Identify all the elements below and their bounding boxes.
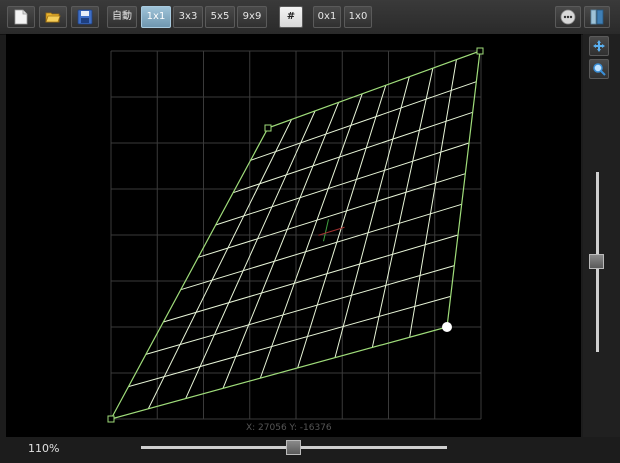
grid-5x5-button[interactable]: 5x5 (205, 6, 235, 28)
zoom-level: 110% (28, 442, 60, 455)
mesh-line (409, 59, 457, 338)
handle-top-right[interactable] (476, 47, 484, 55)
subdiv-1x0-button[interactable]: 1x0 (344, 6, 372, 28)
status-bar (0, 437, 620, 463)
floppy-save-icon (77, 9, 93, 25)
panel-toggle-icon (590, 9, 604, 25)
mesh-line (147, 119, 293, 409)
grid-1x1-button[interactable]: 1x1 (141, 6, 171, 28)
mesh-line (163, 234, 459, 323)
subdiv-0x1-button[interactable]: 0x1 (313, 6, 341, 28)
mesh-canvas[interactable] (6, 34, 581, 437)
mesh-line (145, 265, 455, 355)
magnifier-icon (593, 63, 606, 76)
save-button[interactable] (71, 6, 99, 28)
toolbar: 自動 1x1 3x3 5x5 9x9 # 0x1 1x0 (0, 0, 620, 35)
zoom-tool-button[interactable] (589, 59, 609, 79)
mesh-warp-view[interactable] (6, 34, 581, 437)
grid-9x9-button[interactable]: 9x9 (237, 6, 267, 28)
mesh-line (297, 85, 387, 369)
more-button[interactable] (555, 6, 581, 28)
vertical-slider-thumb[interactable] (589, 254, 604, 269)
folder-open-icon (45, 12, 61, 23)
move-arrows-icon (593, 40, 605, 52)
move-button[interactable] (589, 36, 609, 56)
open-button[interactable] (39, 6, 67, 28)
mesh-line (371, 68, 434, 348)
more-options-icon (560, 9, 576, 25)
panel-toggle-button[interactable] (584, 6, 610, 28)
side-panel (583, 34, 620, 437)
zoom-slider-thumb[interactable] (286, 440, 301, 455)
mesh-line (334, 76, 410, 358)
auto-button[interactable]: 自動 (107, 6, 137, 28)
document-new-icon (14, 9, 28, 25)
mesh-line (222, 102, 340, 389)
cursor-coordinates: X: 27056 Y: -16376 (246, 423, 332, 433)
center-axis-green (323, 219, 329, 242)
handle-bottom-right[interactable] (442, 322, 452, 332)
handle-bottom-left[interactable] (107, 415, 115, 423)
new-button[interactable] (7, 6, 35, 28)
grid-3x3-button[interactable]: 3x3 (173, 6, 203, 28)
handle-top-left[interactable] (264, 124, 272, 132)
grid-toggle-button[interactable]: # (279, 6, 303, 28)
